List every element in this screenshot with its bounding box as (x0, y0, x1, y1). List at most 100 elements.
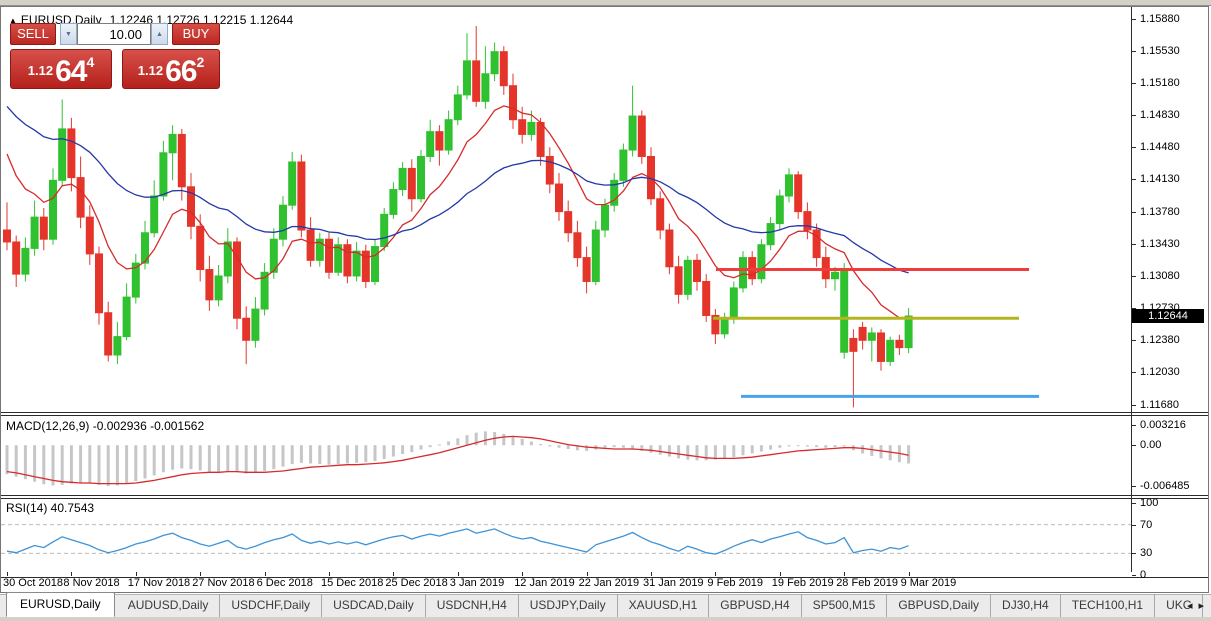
macd-histogram-bar (300, 445, 303, 463)
chart-tab-gbpusd-daily[interactable]: GBPUSD,Daily (887, 594, 991, 617)
tab-scroll-left-icon[interactable]: ◂ (1184, 600, 1196, 612)
candle-body (629, 116, 636, 150)
chart-tab-eurusd-daily[interactable]: EURUSD,Daily (6, 592, 115, 617)
buy-price-button[interactable]: 1.12662 (122, 49, 220, 89)
buy-price-big: 66 (165, 55, 196, 88)
buy-button[interactable]: BUY (172, 23, 220, 45)
macd-histogram-bar (208, 445, 211, 471)
candle-body (666, 230, 673, 267)
axis-label-text: 1.15530 (1140, 45, 1180, 57)
axis-tick (1132, 372, 1136, 373)
macd-histogram-bar (125, 445, 128, 483)
candle-body (123, 297, 130, 337)
macd-histogram-bar (61, 445, 64, 485)
chart-tab-usdjpy-daily[interactable]: USDJPY,Daily (519, 594, 618, 617)
candle-body (887, 340, 894, 361)
sell-price-button[interactable]: 1.12644 (10, 49, 112, 89)
chart-tab-usdcad-daily[interactable]: USDCAD,Daily (322, 594, 426, 617)
macd-histogram-bar (328, 445, 331, 464)
axis-label-text: 100 (1140, 497, 1158, 509)
time-axis-label: 17 Nov 2018 (128, 577, 190, 589)
chart-tab-sp500-m15[interactable]: SP500,M15 (802, 594, 888, 617)
axis-tick (1132, 340, 1136, 341)
candle-body (832, 272, 839, 278)
candle-body (546, 156, 553, 184)
time-axis-tick (200, 572, 201, 576)
macd-histogram-bar (6, 445, 9, 474)
tab-scroll-right-icon[interactable]: ▸ (1195, 600, 1207, 612)
macd-histogram-bar (429, 445, 432, 447)
macd-histogram-bar (530, 441, 533, 445)
axis-label-text: 1.14480 (1140, 141, 1180, 153)
time-axis-tick (393, 572, 394, 576)
sell-price-prefix: 1.12 (28, 63, 53, 78)
axis-label-text: 0.00 (1140, 439, 1161, 451)
pane-separator[interactable] (1, 412, 1208, 413)
macd-histogram-bar (52, 445, 55, 485)
candle-body (500, 52, 507, 86)
time-axis-label: 6 Dec 2018 (257, 577, 313, 589)
candle-body (868, 333, 875, 340)
macd-histogram-bar (567, 445, 570, 449)
macd-histogram-bar (153, 445, 156, 475)
chart-window[interactable]: ▲EURUSD,Daily1.12246 1.12726 1.12215 1.1… (0, 6, 1209, 593)
time-axis-tick (7, 572, 8, 576)
chart-tab-audusd-daily[interactable]: AUDUSD,Daily (117, 594, 221, 617)
axis-tick (1132, 19, 1136, 20)
rsi-indicator-chart[interactable] (1, 499, 1131, 577)
macd-histogram-bar (116, 445, 119, 485)
macd-histogram-bar (226, 445, 229, 471)
candle-body (40, 217, 47, 239)
macd-histogram-bar (843, 445, 846, 446)
axis-label-text: 0.003216 (1140, 419, 1186, 431)
candle-body (482, 74, 489, 102)
axis-label-text: 1.12380 (1140, 334, 1180, 346)
macd-histogram-bar (447, 441, 450, 445)
time-axis-tick (651, 572, 652, 576)
chart-tab-usdcnh-h4[interactable]: USDCNH,H4 (426, 594, 519, 617)
candle-body (537, 122, 544, 156)
macd-histogram-bar (613, 445, 616, 447)
volume-decrease-button[interactable]: ▼ (60, 23, 77, 45)
macd-histogram-bar (282, 445, 285, 466)
time-axis-tick (329, 572, 330, 576)
chart-tab-usdchf-daily[interactable]: USDCHF,Daily (220, 594, 322, 617)
candle-body (878, 333, 885, 361)
axis-label-text: 1.13080 (1140, 270, 1180, 282)
chart-tab-tech100-h1[interactable]: TECH100,H1 (1061, 594, 1155, 617)
macd-histogram-bar (824, 445, 827, 448)
macd-histogram-bar (245, 445, 248, 473)
candle-body (390, 190, 397, 215)
pane-separator[interactable] (1, 415, 1208, 416)
time-axis-tick (780, 572, 781, 576)
macd-histogram-bar (144, 445, 147, 478)
macd-histogram-bar (364, 445, 367, 462)
chart-tab-dj30-h4[interactable]: DJ30,H4 (991, 594, 1061, 617)
chart-tab-gbpusd-h4[interactable]: GBPUSD,H4 (709, 594, 801, 617)
candle-body (758, 245, 765, 279)
macd-histogram-bar (778, 445, 781, 448)
volume-input[interactable] (77, 23, 151, 45)
candle-body (528, 122, 535, 134)
macd-histogram-bar (456, 438, 459, 445)
axis-tick (1132, 503, 1136, 504)
volume-increase-button[interactable]: ▲ (151, 23, 168, 45)
sell-price-sup: 4 (86, 54, 94, 70)
sell-button[interactable]: SELL (10, 23, 56, 45)
macd-histogram-bar (272, 445, 275, 469)
candle-body (767, 224, 774, 245)
macd-histogram-bar (502, 434, 505, 445)
chart-tab-xauusd-h1[interactable]: XAUUSD,H1 (618, 594, 710, 617)
candle-body (307, 230, 314, 260)
axis-tick (1132, 405, 1136, 406)
macd-histogram-bar (760, 445, 763, 451)
axis-tick (1132, 212, 1136, 213)
pane-separator[interactable] (1, 498, 1208, 499)
time-axis-tick (587, 572, 588, 576)
candle-body (160, 153, 167, 196)
candle-body (703, 281, 710, 315)
candle-body (850, 338, 857, 351)
candle-body (381, 214, 388, 246)
macd-histogram-bar (769, 445, 772, 449)
pane-separator[interactable] (1, 495, 1208, 496)
